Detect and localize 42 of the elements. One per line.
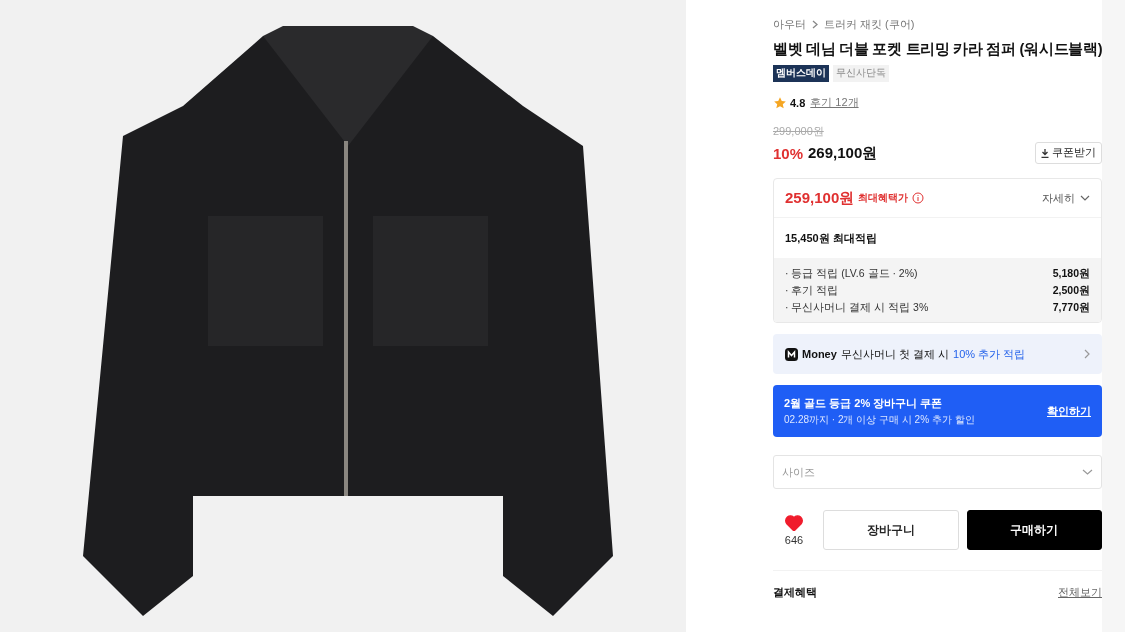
- money-logo-text: Money: [802, 348, 837, 360]
- breadcrumb-link[interactable]: 트러커 재킷 (쿠어): [824, 17, 915, 32]
- like-count: 646: [784, 533, 804, 546]
- download-icon: [1041, 148, 1049, 158]
- coupon-banner-subtitle: 02.28까지 · 2개 이상 구매 시 2% 추가 할인: [784, 412, 975, 427]
- reviews-link[interactable]: 후기 12개: [810, 95, 859, 110]
- discount-rate: 10%: [773, 144, 804, 162]
- product-badge: 무신사단독: [833, 65, 889, 82]
- max-benefit-label: 최대혜택가: [858, 191, 909, 205]
- max-benefit-price: 259,100원: [785, 188, 855, 208]
- coupon-banner-title: 2월 골드 등급 2% 장바구니 쿠폰: [784, 395, 944, 411]
- points-amount: 5,180원: [1052, 266, 1090, 280]
- confirm-link[interactable]: 확인하기: [1047, 403, 1091, 419]
- points-amount: 7,770원: [1052, 300, 1090, 314]
- heart-icon[interactable]: [785, 514, 803, 531]
- points-amount: 2,500원: [1052, 283, 1090, 297]
- payment-benefits-heading: 결제혜택: [773, 585, 817, 600]
- product-title: 벨벳 데님 더블 포켓 트리밍 카라 점퍼 (워시드블랙): [773, 40, 1102, 59]
- breadcrumb-link[interactable]: 아우터: [773, 17, 806, 32]
- star-icon: [773, 95, 787, 110]
- max-points-text: 15,450원 최대적립: [784, 230, 878, 246]
- detail-toggle[interactable]: 자세히: [1042, 190, 1090, 206]
- points-label: · 등급 적립 (LV.6 골드 · 2%): [785, 266, 918, 280]
- product-badge: 멤버스데이: [773, 65, 829, 82]
- m-logo-icon: [785, 347, 798, 361]
- original-price: 299,000원: [773, 124, 825, 139]
- chevron-down-icon: [1080, 195, 1090, 201]
- chevron-right-icon: [1084, 349, 1090, 359]
- money-banner-highlight: 10% 추가 적립: [953, 346, 1026, 362]
- coupon-button[interactable]: 쿠폰받기: [1035, 142, 1102, 164]
- buy-button[interactable]: 구매하기: [966, 510, 1102, 550]
- cart-button[interactable]: 장바구니: [823, 510, 959, 550]
- rating-score: 4.8: [790, 96, 806, 109]
- chevron-right-icon: [812, 20, 818, 29]
- points-label: · 후기 적립: [785, 283, 839, 297]
- money-banner[interactable]: Money 무신사머니 첫 결제 시 10% 추가 적립: [773, 334, 1102, 374]
- points-label: · 무신사머니 결제 시 적립 3%: [785, 300, 929, 314]
- sale-price: 269,100원: [808, 143, 878, 163]
- view-all-link[interactable]: 전체보기: [1058, 585, 1102, 600]
- chevron-down-icon: [1082, 469, 1093, 475]
- money-banner-text: 무신사머니 첫 결제 시: [840, 346, 949, 362]
- info-icon[interactable]: [912, 192, 925, 204]
